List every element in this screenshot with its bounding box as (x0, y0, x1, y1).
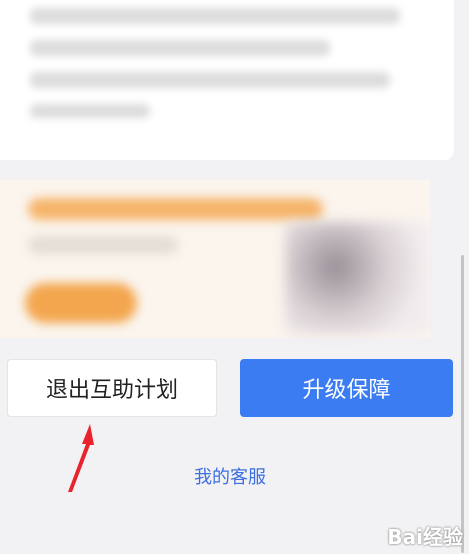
promo-banner-subtitle (28, 236, 178, 254)
upgrade-coverage-button[interactable]: 升级保障 (240, 359, 453, 417)
blurred-text-line (30, 72, 390, 88)
exit-plan-button-label: 退出互助计划 (45, 378, 178, 403)
red-arrow-icon (68, 424, 94, 492)
promo-banner-button[interactable] (25, 283, 137, 323)
blurred-text-line (30, 40, 330, 56)
promo-banner-title (28, 198, 323, 220)
blurred-text-line (30, 104, 150, 118)
customer-service-link[interactable]: 我的客服 (160, 463, 300, 489)
blurred-text-line (30, 8, 400, 24)
scrollbar[interactable] (461, 255, 464, 553)
upgrade-coverage-button-label: 升级保障 (302, 378, 391, 403)
promo-banner-image (285, 222, 430, 334)
baidu-jingyan-watermark: Bai经验 (387, 525, 463, 549)
exit-plan-button[interactable]: 退出互助计划 (7, 359, 217, 417)
blurred-content-card (0, 0, 454, 160)
